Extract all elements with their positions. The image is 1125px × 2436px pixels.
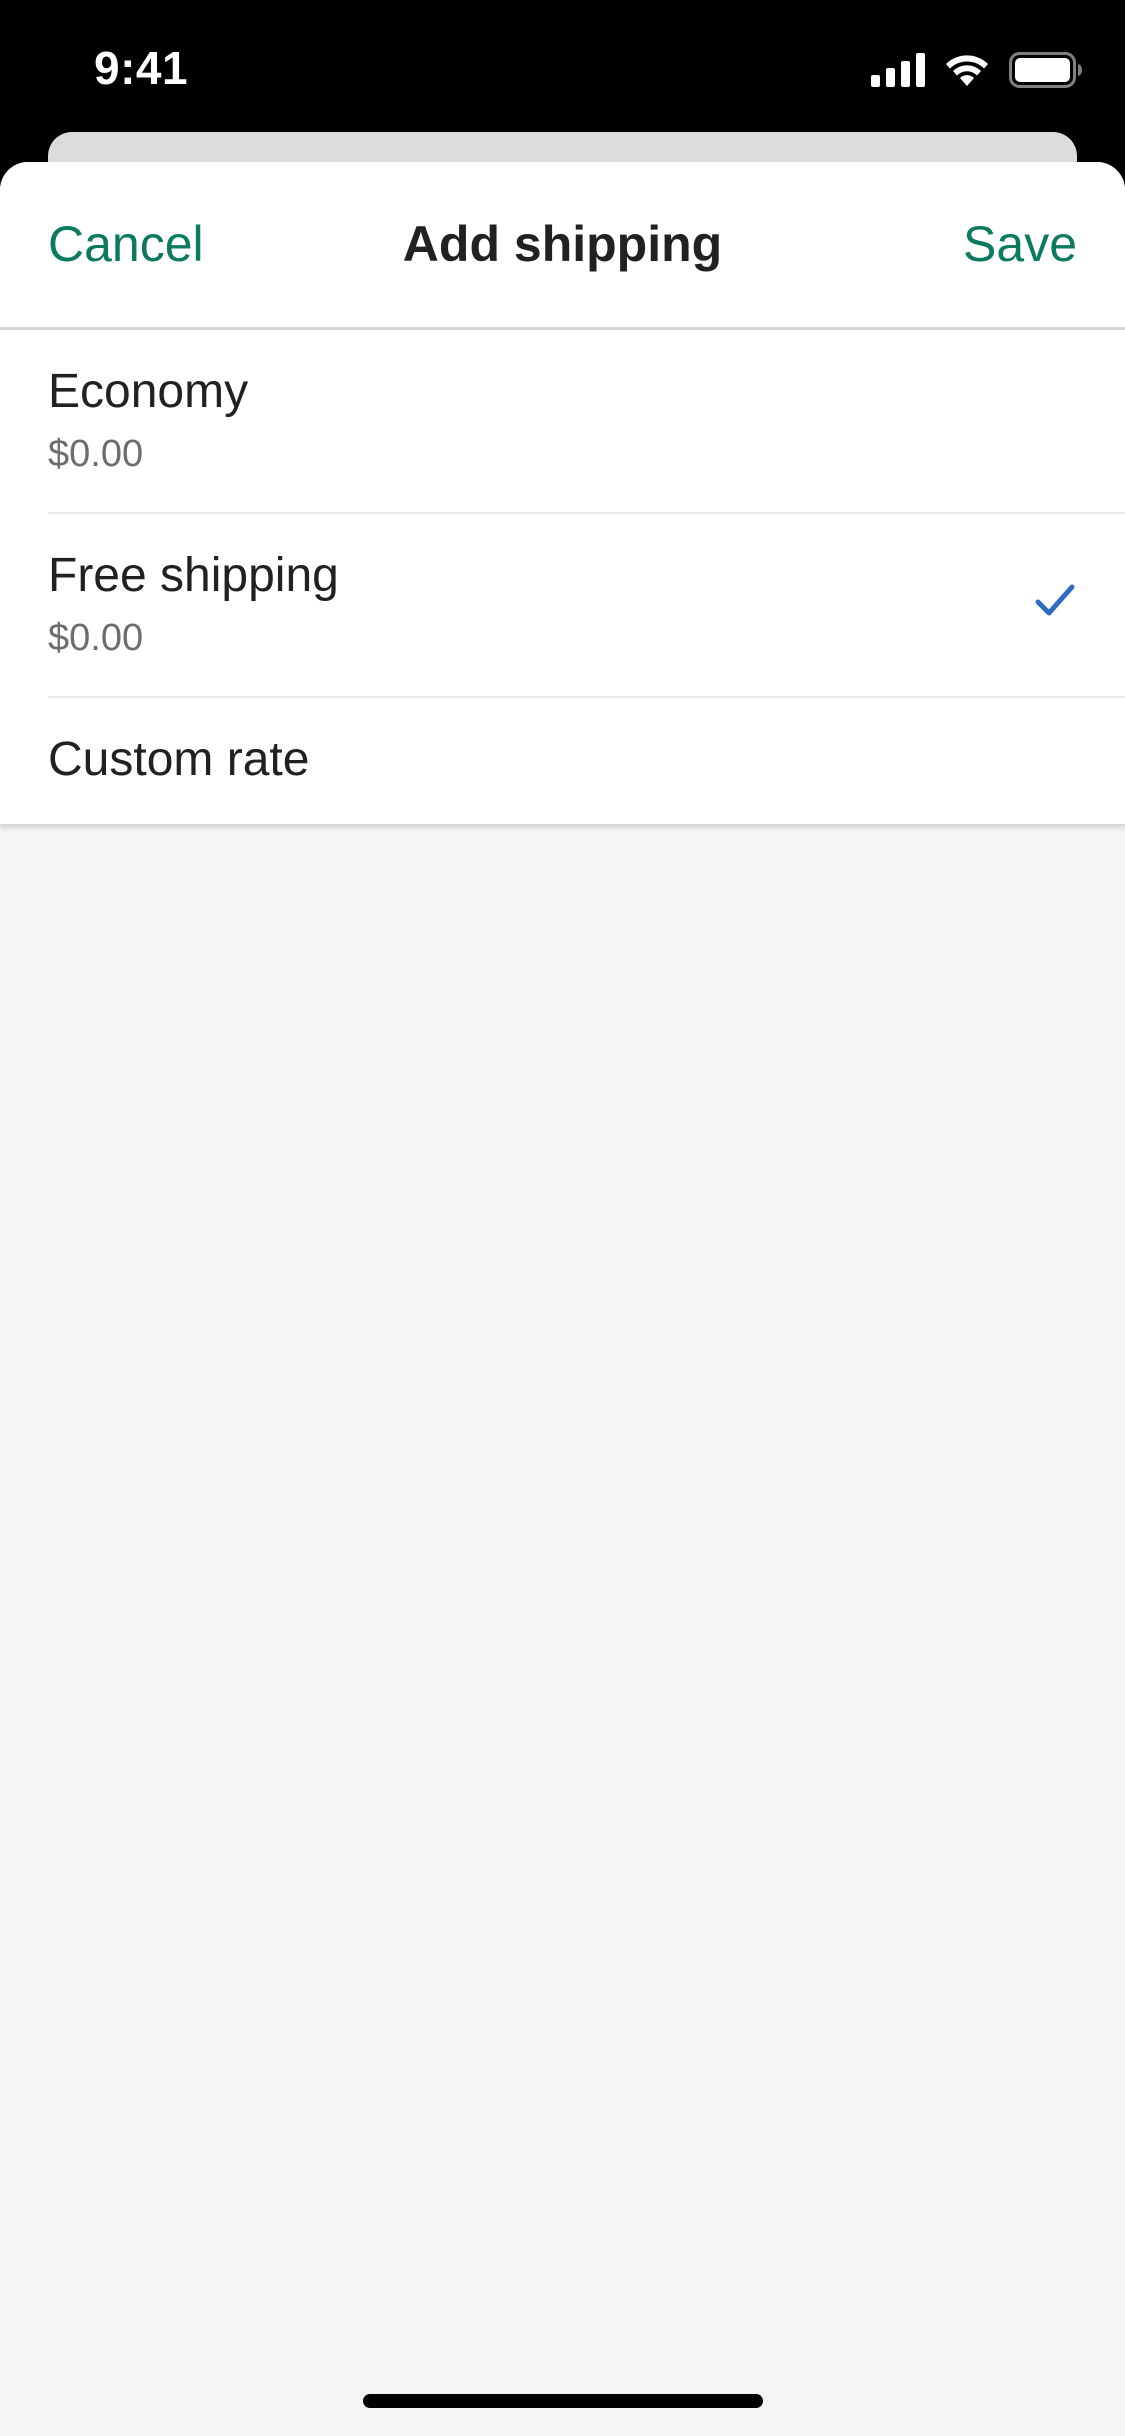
option-price: $0.00 (48, 433, 144, 475)
status-bar: 9:41 (0, 0, 1125, 130)
wifi-icon (943, 52, 991, 88)
battery-icon (1009, 52, 1083, 88)
shipping-options-list: Economy $0.00 Free shipping $0.00 Custom… (0, 330, 1125, 825)
save-button[interactable]: Save (963, 212, 1077, 276)
list-item: Custom rate (48, 698, 1125, 824)
option-price: $0.00 (48, 617, 144, 659)
cellular-signal-icon (871, 53, 925, 87)
page-title: Add shipping (402, 216, 723, 272)
shipping-option-custom-rate[interactable]: Custom rate (0, 698, 1125, 824)
list-item: Economy $0.00 (48, 330, 1125, 514)
status-icons (871, 48, 1083, 92)
option-label: Custom rate (48, 733, 310, 786)
list-item: Free shipping $0.00 (48, 514, 1125, 698)
shipping-option-free-shipping[interactable]: Free shipping $0.00 (0, 514, 1125, 698)
checkmark-icon (1035, 584, 1075, 618)
status-time: 9:41 (94, 42, 189, 94)
option-label: Economy (48, 365, 249, 418)
shipping-option-economy[interactable]: Economy $0.00 (0, 330, 1125, 514)
option-label: Free shipping (48, 549, 339, 602)
home-indicator (363, 2394, 763, 2408)
sheet-header: Cancel Add shipping Save (0, 162, 1125, 330)
add-shipping-sheet: Cancel Add shipping Save Economy $0.00 F… (0, 162, 1125, 2436)
